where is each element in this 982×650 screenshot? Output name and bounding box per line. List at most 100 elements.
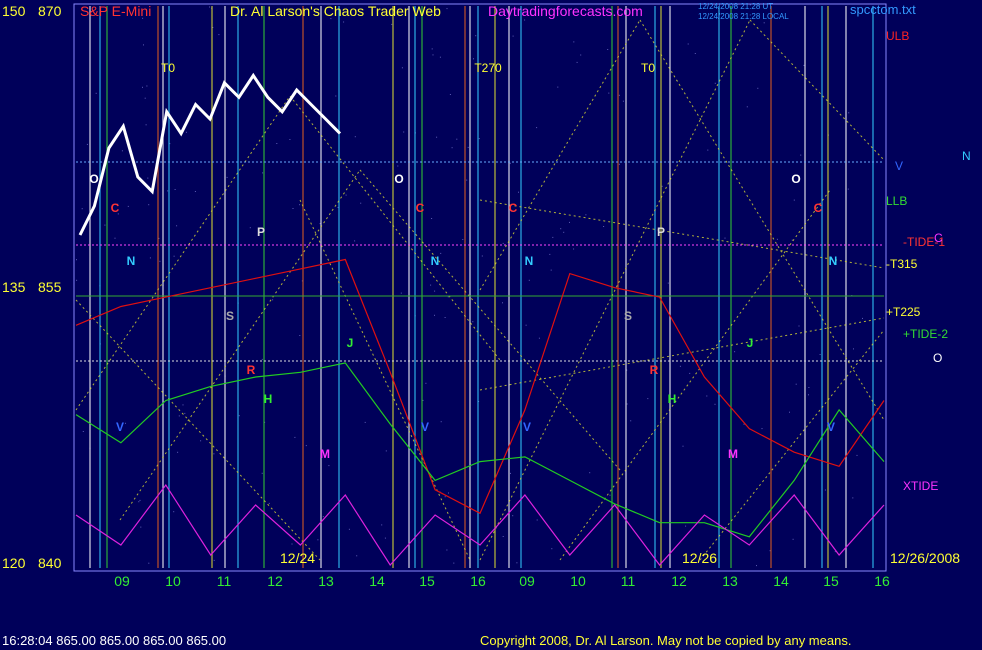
star-dot [173, 255, 175, 257]
star-dot [146, 85, 148, 87]
letter-marker: R [247, 363, 256, 377]
time-marker-label: T0 [161, 61, 175, 75]
star-dot [746, 106, 748, 108]
x-tick-label: 14 [369, 573, 385, 589]
star-dot [451, 147, 453, 149]
star-dot [757, 87, 759, 89]
letter-marker: N [829, 254, 838, 268]
star-dot [343, 21, 345, 23]
x-tick-label: 12 [267, 573, 283, 589]
label-v-right: V [895, 159, 903, 173]
timestamp-2: 12/24/2008 21:28 LOCAL [698, 12, 789, 21]
star-dot [512, 35, 514, 37]
x-tick-label: 10 [165, 573, 181, 589]
star-dot [431, 48, 433, 50]
star-dot [682, 445, 684, 447]
letter-marker: S [226, 309, 234, 323]
star-dot [800, 154, 802, 156]
star-dot [467, 146, 469, 148]
letter-marker: C [111, 201, 120, 215]
star-dot [384, 537, 386, 539]
star-dot [213, 453, 215, 455]
star-dot [200, 440, 202, 442]
star-dot [473, 58, 474, 60]
star-dot [687, 43, 689, 45]
file-name: spcctom.txt [850, 2, 916, 17]
star-dot [299, 335, 301, 336]
letter-marker: J [747, 336, 754, 350]
star-dot [609, 494, 611, 496]
star-dot [76, 259, 77, 261]
letter-marker: J [347, 336, 354, 350]
star-dot [125, 422, 126, 424]
star-dot [661, 185, 663, 187]
star-dot [569, 221, 570, 223]
star-dot [446, 8, 448, 10]
star-dot [226, 176, 228, 178]
letter-marker: V [421, 420, 429, 434]
star-dot [436, 136, 438, 138]
letter-marker: S [624, 309, 632, 323]
star-dot [145, 124, 147, 126]
star-dot [261, 472, 263, 474]
star-dot [573, 248, 575, 250]
star-dot [440, 421, 442, 423]
date-mid: 12/26 [682, 550, 717, 566]
star-dot [425, 382, 427, 384]
scale-mid: 135 [2, 279, 26, 295]
timestamp-1: 12/24/2008 21:28 UT [698, 2, 773, 11]
star-dot [552, 236, 554, 238]
star-dot [707, 149, 709, 151]
copyright: Copyright 2008, Dr. Al Larson. May not b… [480, 633, 851, 648]
letter-marker: C [509, 201, 518, 215]
letter-marker: H [264, 392, 273, 406]
star-dot [789, 411, 790, 413]
star-dot [364, 421, 366, 423]
star-dot [401, 67, 403, 69]
x-tick-label: 16 [874, 573, 890, 589]
star-dot [354, 360, 356, 362]
star-dot [557, 86, 559, 88]
star-dot [706, 395, 708, 397]
star-dot [466, 179, 468, 181]
star-dot [173, 511, 175, 513]
star-dot [795, 383, 797, 385]
star-dot [792, 538, 794, 540]
star-dot [449, 94, 451, 95]
scale-bottom: 120 [2, 555, 26, 571]
letter-marker: O [791, 172, 800, 186]
star-dot [444, 496, 446, 498]
star-dot [808, 387, 810, 388]
letter-marker: M [320, 447, 330, 461]
star-dot [714, 403, 716, 405]
star-dot [139, 499, 141, 501]
star-dot [159, 260, 161, 262]
star-dot [734, 351, 736, 353]
site-name: Daytradingforecasts.com [488, 3, 643, 19]
star-dot [272, 299, 274, 301]
star-dot [679, 365, 681, 367]
star-dot [149, 257, 151, 259]
star-dot [630, 420, 632, 422]
star-dot [585, 214, 587, 216]
date-left: 12/24 [280, 550, 315, 566]
letter-marker: O [394, 172, 403, 186]
x-tick-label: 09 [114, 573, 130, 589]
quote-line: 16:28:04 865.00 865.00 865.00 865.00 [2, 633, 226, 648]
star-dot [550, 269, 552, 271]
star-dot [580, 54, 582, 56]
page-background [0, 0, 982, 650]
star-dot [147, 177, 149, 179]
star-dot [819, 354, 821, 355]
price-bottom: 840 [38, 555, 62, 571]
x-tick-label: 16 [470, 573, 486, 589]
star-dot [607, 49, 609, 50]
star-dot [475, 35, 477, 37]
star-dot [667, 282, 669, 284]
star-dot [478, 138, 480, 140]
x-tick-label: 13 [722, 573, 738, 589]
star-dot [127, 205, 129, 207]
star-dot [238, 415, 240, 417]
star-dot [104, 224, 106, 226]
star-dot [294, 436, 296, 438]
